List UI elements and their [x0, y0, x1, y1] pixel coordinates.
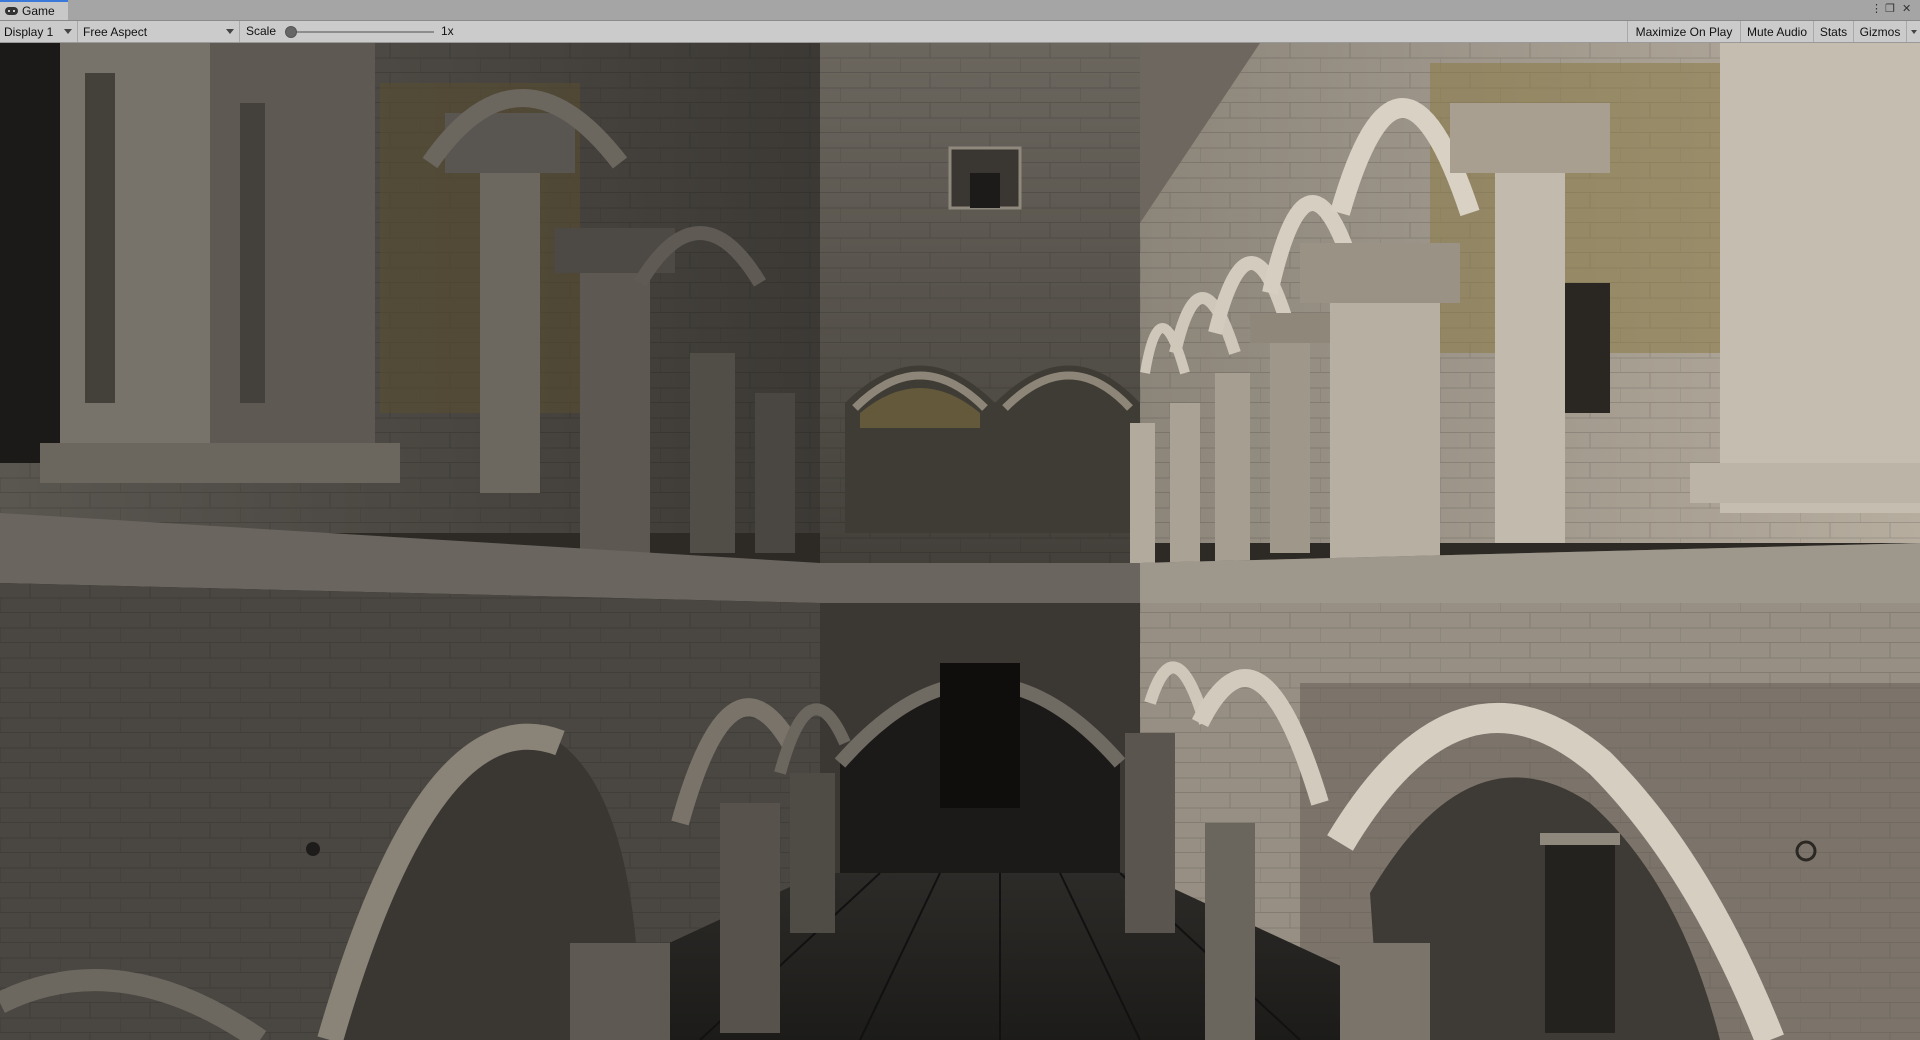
- gizmos-button[interactable]: Gizmos: [1853, 21, 1906, 42]
- stats-label: Stats: [1819, 24, 1848, 39]
- display-select[interactable]: Display 1: [0, 21, 78, 42]
- maximize-on-play-label: Maximize On Play: [1635, 24, 1733, 39]
- maximize-on-play-button[interactable]: Maximize On Play: [1627, 21, 1740, 42]
- tab-bar: Game ⋮ ❐ ✕: [0, 0, 1920, 21]
- mute-audio-button[interactable]: Mute Audio: [1740, 21, 1813, 42]
- tab-game-label: Game: [22, 4, 55, 18]
- scale-slider-thumb[interactable]: [285, 26, 297, 38]
- chevron-down-icon: [1910, 29, 1917, 34]
- scale-slider-track[interactable]: [290, 31, 434, 33]
- unity-game-window: Game ⋮ ❐ ✕ Display 1 Free Aspect Scale 1…: [0, 0, 1920, 1040]
- more-options-icon[interactable]: ⋮: [1871, 2, 1882, 16]
- gizmos-label: Gizmos: [1859, 24, 1901, 39]
- gamepad-icon: [5, 7, 18, 15]
- chevron-down-icon: [226, 29, 234, 34]
- display-select-value: Display 1: [4, 24, 54, 39]
- scale-value: 1x: [441, 24, 454, 38]
- scale-label: Scale: [246, 24, 277, 38]
- rendered-scene: [0, 43, 1920, 1040]
- stats-button[interactable]: Stats: [1813, 21, 1853, 42]
- game-toolbar: Display 1 Free Aspect Scale 1x Maximize …: [0, 21, 1920, 43]
- tab-game[interactable]: Game: [0, 0, 68, 20]
- close-icon[interactable]: ✕: [1902, 2, 1911, 16]
- gizmos-dropdown[interactable]: [1906, 21, 1920, 42]
- chevron-down-icon: [64, 29, 72, 34]
- game-viewport[interactable]: [0, 43, 1920, 1040]
- aspect-select[interactable]: Free Aspect: [79, 21, 240, 42]
- mute-audio-label: Mute Audio: [1746, 24, 1808, 39]
- aspect-select-value: Free Aspect: [83, 24, 148, 39]
- restore-window-icon[interactable]: ❐: [1885, 2, 1895, 16]
